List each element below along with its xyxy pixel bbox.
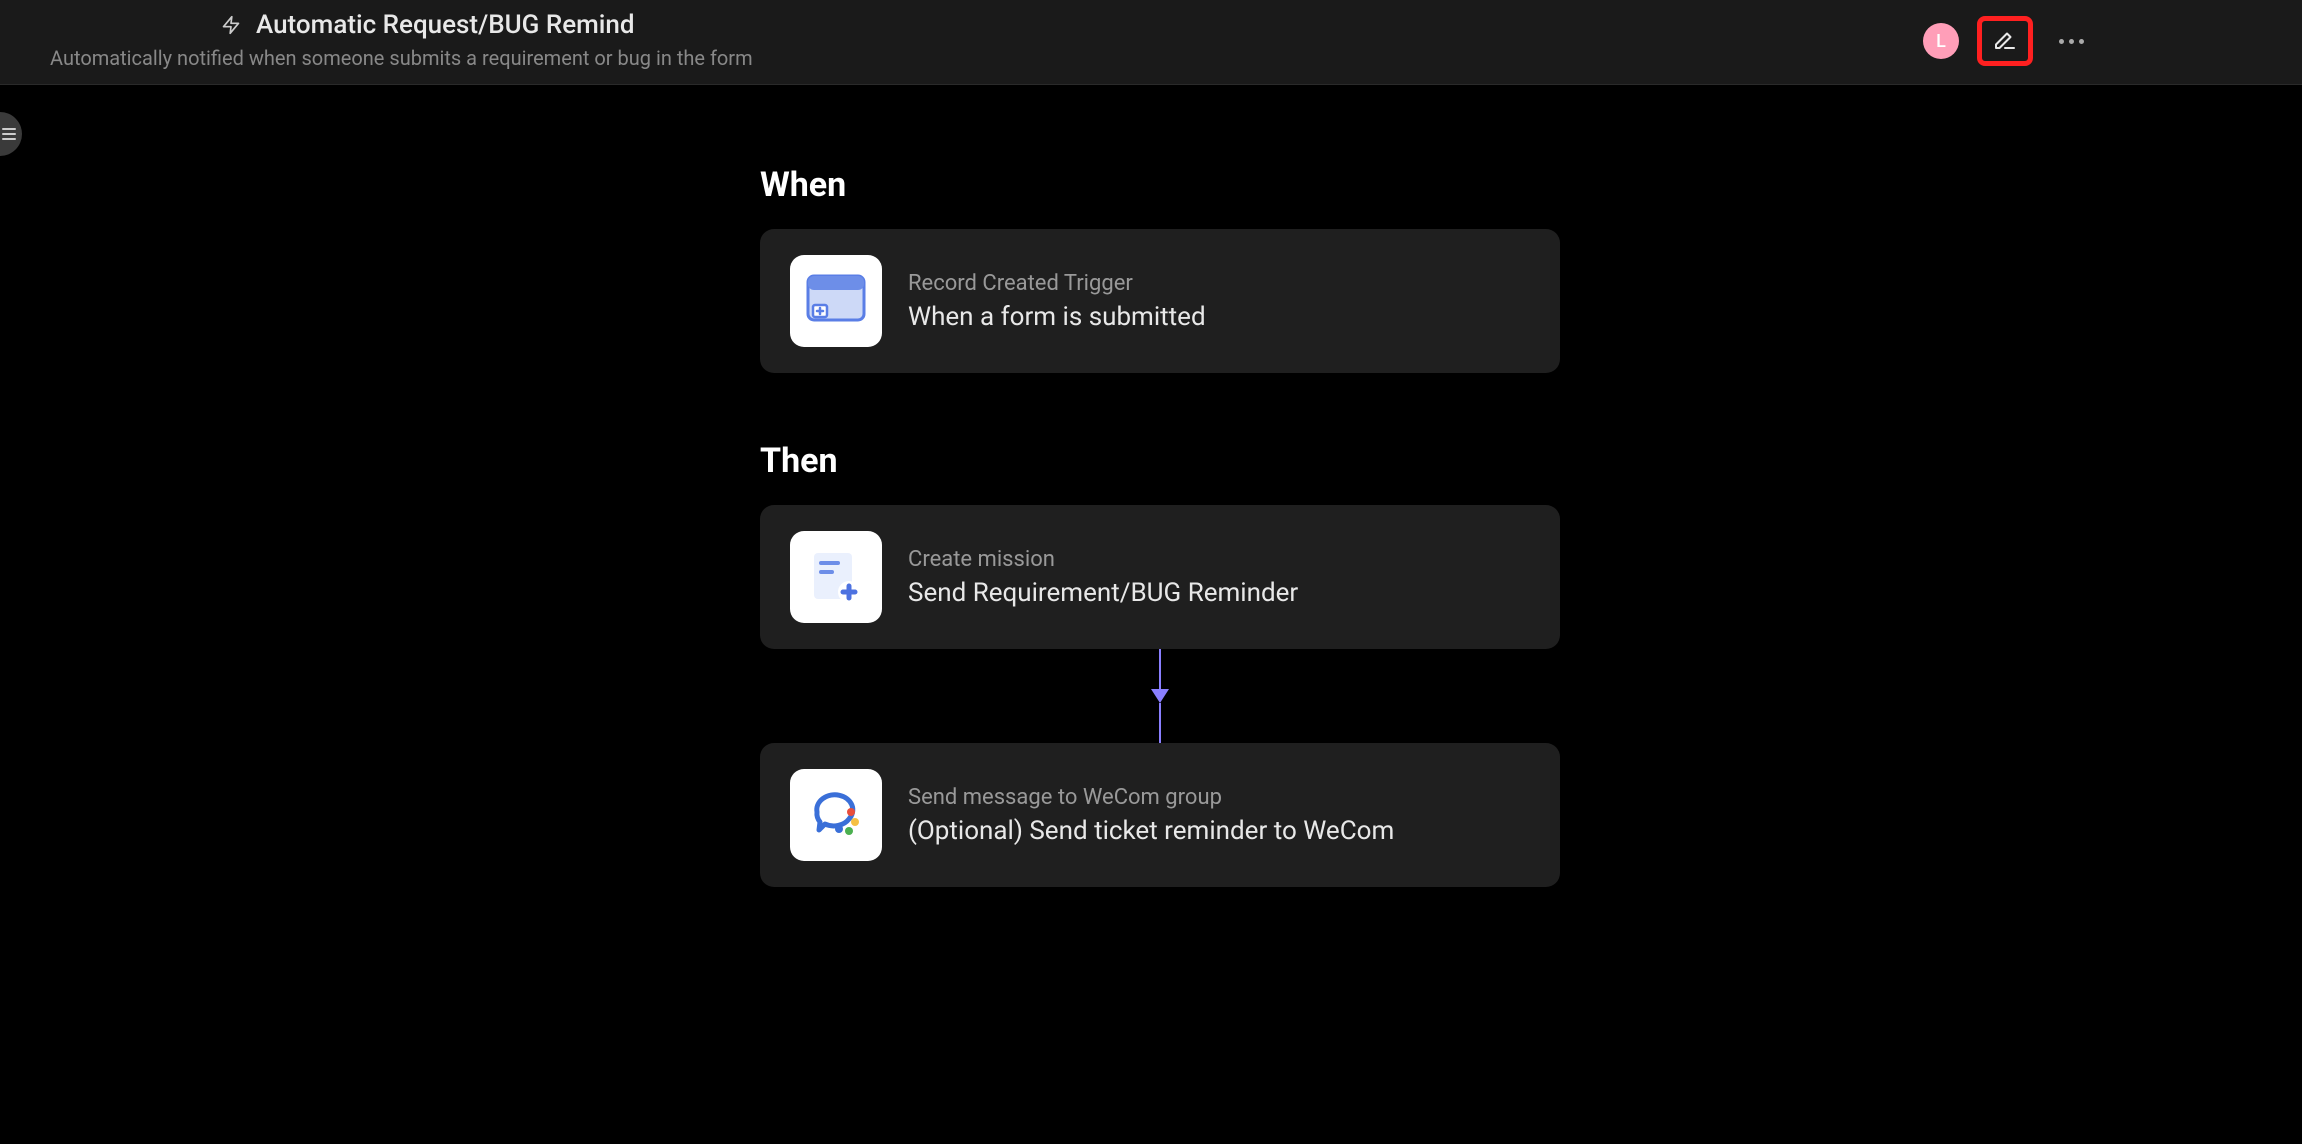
arrow-down-icon — [1151, 689, 1169, 703]
form-trigger-icon — [790, 255, 882, 347]
create-mission-icon — [790, 531, 882, 623]
dots-icon — [2059, 39, 2064, 44]
then-section-label: Then — [760, 441, 838, 481]
action-card-create-mission[interactable]: Create mission Send Requirement/BUG Remi… — [760, 505, 1560, 649]
edit-button[interactable] — [1977, 16, 2033, 66]
trigger-type-label: Record Created Trigger — [908, 271, 1206, 296]
action-title: Send Requirement/BUG Reminder — [908, 578, 1298, 608]
action-type-label: Create mission — [908, 547, 1298, 572]
trigger-card[interactable]: Record Created Trigger When a form is su… — [760, 229, 1560, 373]
lightning-icon — [220, 14, 242, 36]
when-section-label: When — [760, 165, 846, 205]
more-menu-button[interactable] — [2051, 31, 2092, 52]
header-left: Automatic Request/BUG Remind Automatical… — [50, 10, 753, 70]
user-avatar[interactable]: L — [1923, 23, 1959, 59]
automation-subtitle: Automatically notified when someone subm… — [50, 46, 753, 70]
automation-title: Automatic Request/BUG Remind — [256, 10, 635, 40]
header-actions: L — [1923, 16, 2092, 66]
trigger-title: When a form is submitted — [908, 302, 1206, 332]
flow-connector — [760, 649, 1560, 743]
action-title: (Optional) Send ticket reminder to WeCom — [908, 816, 1394, 846]
action-card-wecom[interactable]: Send message to WeCom group (Optional) S… — [760, 743, 1560, 887]
avatar-initial: L — [1936, 31, 1946, 52]
header: Automatic Request/BUG Remind Automatical… — [0, 0, 2302, 85]
sidebar-toggle-button[interactable] — [0, 112, 22, 156]
hamburger-icon — [2, 128, 16, 140]
wecom-icon — [790, 769, 882, 861]
action-type-label: Send message to WeCom group — [908, 785, 1394, 810]
automation-canvas: When Record Created Trigger When a form … — [760, 85, 2302, 887]
pencil-icon — [1993, 27, 2017, 55]
